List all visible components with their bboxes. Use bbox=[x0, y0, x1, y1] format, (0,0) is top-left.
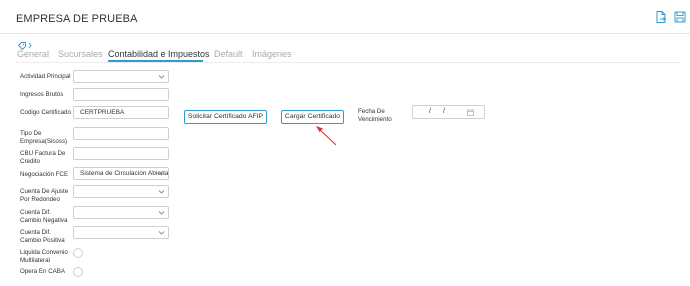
chevron-down-icon bbox=[158, 72, 165, 81]
date-separator: / bbox=[443, 108, 445, 115]
liquida-convenio-label-line: Multilateral bbox=[20, 256, 50, 264]
ingresos-brutos-input[interactable] bbox=[73, 88, 169, 101]
liquida-convenio-radio[interactable] bbox=[73, 248, 83, 258]
negociacion-fce-select[interactable]: Sistema de Circulación Abierta bbox=[73, 167, 169, 180]
red-arrow-icon bbox=[316, 126, 337, 146]
cuenta-ajuste-label: Cuenta De Ajuste Por Redondeo bbox=[20, 188, 68, 203]
cuenta-dif-negativa-label-line: Cuenta Dif. bbox=[20, 209, 51, 216]
liquida-convenio-label: Liquida Convenio Multilateral bbox=[20, 249, 68, 264]
fecha-vencimiento-input[interactable]: / / bbox=[412, 105, 485, 119]
tab-general[interactable]: General bbox=[17, 49, 49, 59]
fecha-vencimiento-label: Fecha De Vencimiento bbox=[358, 108, 392, 123]
active-tab-indicator bbox=[108, 60, 203, 62]
cbu-factura-label-line: Credito bbox=[20, 157, 40, 165]
cuenta-dif-positiva-label-line: Cuenta Dif. bbox=[20, 229, 51, 236]
cbu-factura-label: CBU Factura De Credito bbox=[20, 150, 65, 165]
calendar-icon[interactable] bbox=[467, 109, 474, 116]
liquida-convenio-label-line: Liquida Convenio bbox=[20, 249, 68, 256]
tipo-empresa-label-line: Tipo De bbox=[20, 130, 42, 137]
cargar-certificado-button[interactable]: Cargar Certificado bbox=[281, 110, 344, 124]
cuenta-dif-positiva-label: Cuenta Dif. Cambio Positiva bbox=[20, 229, 65, 244]
opera-caba-label: Opera En CABA bbox=[20, 268, 66, 275]
negociacion-fce-label: Negociación FCE bbox=[20, 171, 69, 178]
cuenta-dif-positiva-select[interactable] bbox=[73, 226, 169, 239]
chevron-down-icon bbox=[158, 208, 165, 217]
tab-imagenes[interactable]: Imágenes bbox=[252, 49, 292, 59]
chevron-down-icon bbox=[158, 169, 165, 178]
chevron-down-icon bbox=[158, 187, 165, 196]
tabs-divider bbox=[16, 62, 680, 63]
tipo-empresa-label: Tipo De Empresa(Sicoss) bbox=[20, 130, 67, 145]
company-title: EMPRESA DE PRUEBA bbox=[16, 13, 138, 25]
cuenta-dif-positiva-label-line: Cambio Positiva bbox=[20, 236, 65, 244]
cuenta-dif-negativa-select[interactable] bbox=[73, 206, 169, 219]
actividad-principal-select[interactable] bbox=[73, 70, 169, 83]
actividad-principal-label: Actividad Principal bbox=[20, 73, 71, 80]
cuenta-ajuste-label-line: Por Redondeo bbox=[20, 195, 60, 203]
header-divider bbox=[0, 33, 690, 34]
codigo-certificado-input[interactable]: CERTPRUEBA bbox=[73, 106, 169, 119]
tipo-empresa-label-line: Empresa(Sicoss) bbox=[20, 137, 68, 145]
tab-contabilidad-impuestos[interactable]: Contabilidad e Impuestos bbox=[108, 49, 210, 59]
cuenta-ajuste-label-line: Cuenta De Ajuste bbox=[20, 188, 69, 195]
chevron-down-icon bbox=[158, 228, 165, 237]
ingresos-brutos-label: Ingresos Brutos bbox=[20, 91, 64, 98]
negociacion-fce-value: Sistema de Circulación Abierta bbox=[80, 170, 169, 177]
date-separator: / bbox=[429, 108, 431, 115]
cbu-factura-input[interactable] bbox=[73, 147, 169, 160]
cuenta-dif-negativa-label: Cuenta Dif. Cambio Negativa bbox=[20, 209, 67, 224]
tab-sucursales[interactable]: Sucursales bbox=[58, 49, 103, 59]
solicitar-certificado-afip-button[interactable]: Solicitar Certificado AFIP bbox=[184, 110, 267, 124]
cbu-factura-label-line: CBU Factura De bbox=[20, 150, 66, 157]
codigo-certificado-label: Codigo Certificado bbox=[20, 109, 71, 116]
tipo-empresa-input[interactable] bbox=[73, 127, 169, 140]
export-file-icon[interactable] bbox=[654, 10, 668, 24]
tab-default[interactable]: Default bbox=[214, 49, 243, 59]
save-icon[interactable] bbox=[673, 10, 687, 24]
tag-icon[interactable] bbox=[17, 37, 37, 51]
cuenta-dif-negativa-label-line: Cambio Negativa bbox=[20, 216, 68, 224]
fecha-vencimiento-label-line: Fecha De bbox=[358, 108, 385, 115]
fecha-vencimiento-label-line: Vencimiento bbox=[358, 115, 392, 123]
opera-caba-radio[interactable] bbox=[73, 267, 83, 277]
cuenta-ajuste-select[interactable] bbox=[73, 185, 169, 198]
